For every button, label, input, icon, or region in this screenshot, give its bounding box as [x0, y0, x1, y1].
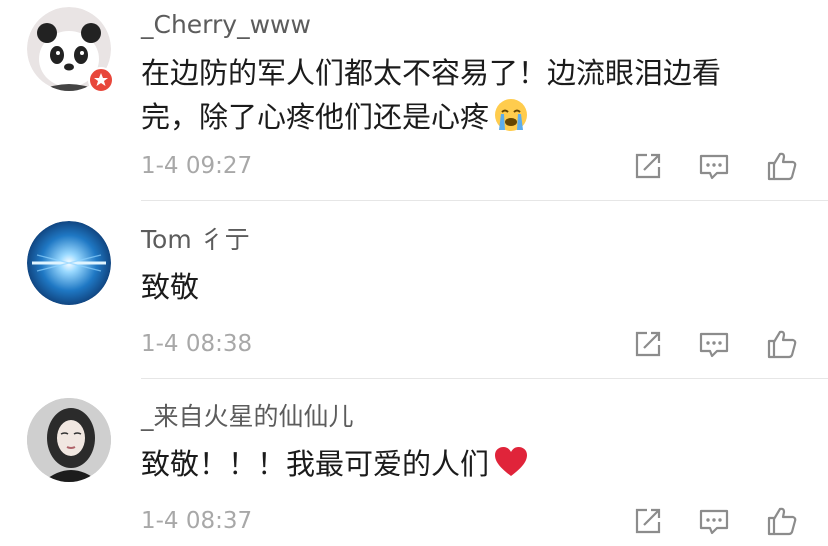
comment-text-line: 致敬 [141, 270, 200, 304]
thumbs-up-icon [767, 507, 797, 536]
share-icon [635, 153, 661, 179]
like-button[interactable] [764, 503, 800, 539]
comment-icon [699, 154, 729, 180]
comment-text: 致敬！！！我最可爱的人们 [141, 442, 781, 486]
share-icon [635, 508, 661, 534]
avatar[interactable] [27, 398, 111, 482]
verified-badge-icon [88, 67, 114, 93]
thumbs-up-icon [767, 330, 797, 359]
comment-text-fragment: 完，除了心疼他们还是心疼 [141, 100, 490, 134]
comment-item: _Cherry_www 在边防的军人们都太不容易了！边流眼泪边看 完，除了心疼他… [0, 0, 828, 200]
share-icon [635, 331, 661, 357]
thumbs-up-icon [767, 152, 797, 181]
comment-username[interactable]: _来自火星的仙仙儿 [141, 401, 354, 433]
comment-time: 1-4 09:27 [141, 153, 253, 179]
comment-text-fragment: 致敬！！！我最可爱的人们 [141, 447, 490, 481]
comment-icon [699, 332, 729, 358]
like-button[interactable] [764, 148, 800, 184]
share-button[interactable] [630, 503, 666, 539]
comment-username[interactable]: Tom 彳亍 [141, 224, 250, 256]
comment-text-line: 完，除了心疼他们还是心疼 [141, 95, 781, 139]
share-button[interactable] [630, 326, 666, 362]
crying-face-icon [493, 97, 529, 133]
comment-time: 1-4 08:38 [141, 331, 253, 357]
red-heart-icon [493, 444, 529, 480]
reply-button[interactable] [696, 148, 732, 184]
comment-username[interactable]: _Cherry_www [141, 9, 311, 41]
comment-icon [699, 509, 729, 535]
comment-text: 在边防的军人们都太不容易了！边流眼泪边看 完，除了心疼他们还是心疼 [141, 51, 781, 139]
reply-button[interactable] [696, 503, 732, 539]
comment-text: 致敬 [141, 265, 781, 309]
comment-text-line: 在边防的军人们都太不容易了！边流眼泪边看 [141, 56, 722, 90]
comment-item: _来自火星的仙仙儿 致敬！！！我最可爱的人们 1-4 08:37 [0, 379, 828, 546]
comment-time: 1-4 08:37 [141, 508, 253, 534]
comment-text-line: 致敬！！！我最可爱的人们 [141, 442, 781, 486]
like-button[interactable] [764, 326, 800, 362]
comment-item: Tom 彳亍 致敬 1-4 08:38 [0, 201, 828, 378]
reply-button[interactable] [696, 326, 732, 362]
avatar[interactable] [27, 221, 111, 305]
share-button[interactable] [630, 148, 666, 184]
